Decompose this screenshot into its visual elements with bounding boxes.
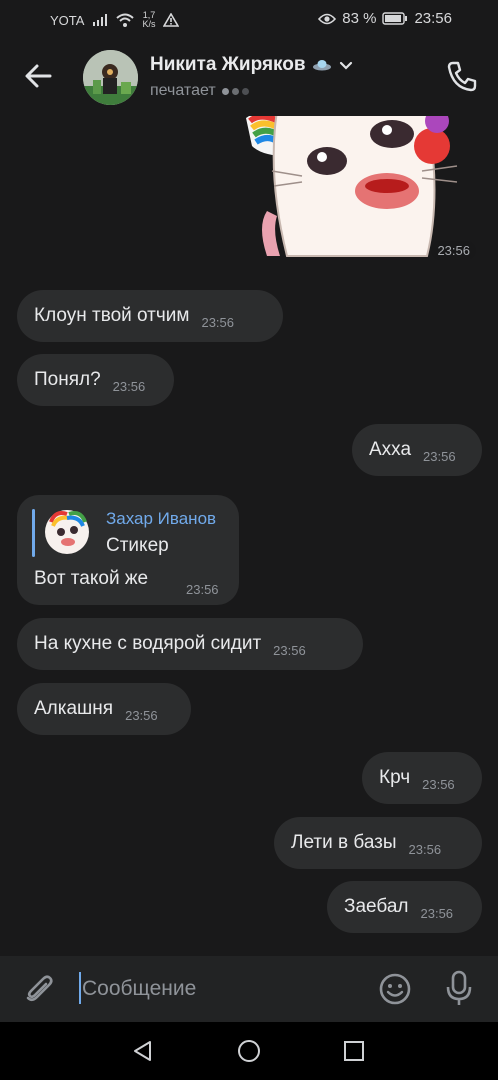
- message-bubble-reply[interactable]: Захар Иванов Стикер Вот такой же 23:56: [17, 495, 239, 605]
- message-composer: [0, 956, 498, 1022]
- message-text: Заебал: [344, 896, 409, 917]
- message-time: 23:56: [422, 776, 455, 792]
- avatar[interactable]: [83, 50, 138, 105]
- message-bubble-incoming[interactable]: Понял? 23:56: [17, 354, 174, 406]
- message-text: На кухне с водярой сидит: [34, 633, 262, 654]
- chevron-down-icon[interactable]: [338, 59, 354, 71]
- sticker-message[interactable]: 23:56: [232, 116, 482, 266]
- message-text: Клоун твой отчим: [34, 305, 190, 326]
- net-speed: 1,7 K/s: [142, 11, 155, 29]
- battery-icon: [382, 12, 408, 25]
- message-time: 23:56: [273, 642, 306, 658]
- message-bubble-incoming[interactable]: Клоун твой отчим 23:56: [17, 290, 283, 342]
- message-input[interactable]: [82, 973, 362, 1005]
- phone-icon[interactable]: [444, 58, 480, 94]
- message-time: 23:56: [201, 314, 235, 330]
- warning-icon: [163, 13, 180, 27]
- wifi-icon: [116, 13, 135, 27]
- title-row[interactable]: Никита Жиряков: [150, 54, 354, 76]
- nav-back-icon[interactable]: [131, 1039, 155, 1063]
- typing-status: печатает: [150, 82, 252, 100]
- message-time: 23:56: [420, 905, 454, 921]
- message-time: 23:56: [112, 378, 146, 394]
- message-text: Вот такой же: [34, 568, 149, 589]
- system-nav-bar: [0, 1022, 498, 1080]
- arrow-left-icon[interactable]: [20, 58, 56, 94]
- message-bubble-outgoing[interactable]: Лети в базы 23:56: [274, 817, 482, 869]
- message-time: 23:56: [408, 841, 442, 857]
- chat-header: Никита Жиряков печатает: [0, 38, 498, 116]
- message-bubble-outgoing[interactable]: Крч 23:56: [362, 752, 482, 804]
- typing-label: печатает: [150, 82, 216, 99]
- message-text: Лети в базы: [291, 832, 397, 853]
- reply-author[interactable]: Захар Иванов: [106, 509, 216, 529]
- message-time: 23:56: [431, 241, 476, 260]
- clock: 23:56: [414, 10, 452, 27]
- message-time: 23:56: [423, 448, 456, 464]
- message-time: 23:56: [186, 582, 219, 597]
- reply-text: Стикер: [106, 535, 169, 556]
- ufo-icon: [312, 60, 331, 71]
- carrier-label: YOTA: [50, 12, 85, 28]
- typing-dots-icon: [221, 82, 252, 100]
- net-speed-unit: K/s: [142, 19, 156, 29]
- message-time: 23:56: [125, 707, 158, 723]
- sticker-thumbnail[interactable]: [43, 508, 91, 556]
- message-bubble-incoming[interactable]: На кухне с водярой сидит 23:56: [17, 618, 363, 670]
- microphone-icon[interactable]: [444, 970, 474, 1008]
- smiley-icon[interactable]: [378, 972, 412, 1006]
- signal-icon: [93, 14, 108, 26]
- message-bubble-incoming[interactable]: Алкашня 23:56: [17, 683, 191, 735]
- message-list[interactable]: 23:56 Клоун твой отчим 23:56 Понял? 23:5…: [0, 116, 498, 956]
- paperclip-icon[interactable]: [22, 972, 56, 1006]
- message-text: Крч: [379, 767, 411, 788]
- message-text: Понял?: [34, 369, 101, 390]
- text-cursor: [79, 972, 81, 1004]
- message-text: Алкашня: [34, 698, 114, 719]
- message-bubble-outgoing[interactable]: Заебал 23:56: [327, 881, 482, 933]
- avatar-image: [83, 50, 138, 105]
- eye-icon: [318, 13, 337, 24]
- battery-percent: 83 %: [342, 10, 377, 27]
- message-bubble-outgoing[interactable]: Ахха 23:56: [352, 424, 482, 476]
- message-text: Ахха: [369, 439, 412, 460]
- reply-bar: [32, 509, 35, 557]
- status-bar: YOTA 1,7 K/s 83 % 23:56: [0, 0, 498, 38]
- contact-name[interactable]: Никита Жиряков: [150, 54, 306, 76]
- nav-recent-apps-icon[interactable]: [343, 1040, 365, 1062]
- nav-home-icon[interactable]: [237, 1039, 261, 1063]
